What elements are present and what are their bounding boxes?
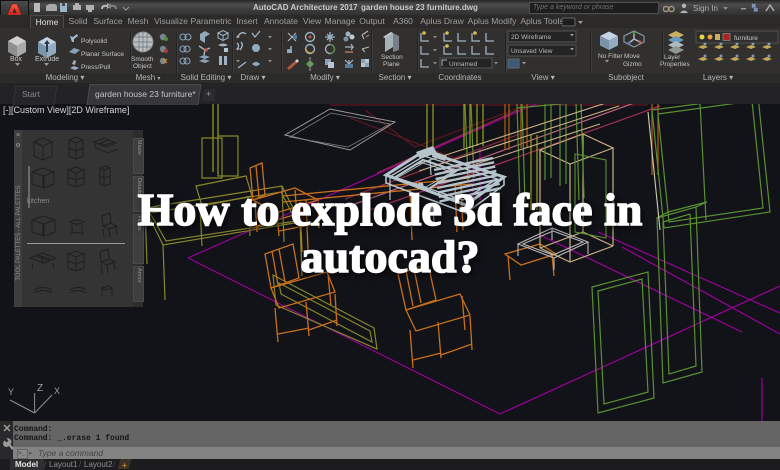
svg-text:X: X [54,386,60,396]
svg-text:Unnamed: Unnamed [449,61,478,68]
svg-text:Y: Y [8,387,14,397]
svg-text:No Filter: No Filter [598,53,623,60]
svg-text:Layer: Layer [664,54,681,61]
svg-text:2D Wireframe: 2D Wireframe [511,34,551,41]
svg-text:Object: Object [133,63,152,70]
svg-text:Box: Box [10,56,23,63]
svg-text:Polysolid: Polysolid [81,38,107,45]
svg-text:Properties: Properties [660,61,690,68]
svg-text:Unsaved View: Unsaved View [511,48,553,55]
svg-text:Move: Move [624,53,640,60]
svg-text:Gizmo: Gizmo [623,61,642,68]
svg-text:Extrude: Extrude [35,56,59,63]
svg-text:furniture: furniture [734,35,758,42]
svg-text:Section: Section [381,54,403,61]
svg-text:Press/Pull: Press/Pull [81,64,111,71]
svg-text:Smooth: Smooth [131,56,154,63]
svg-text:Sign In: Sign In [693,4,718,13]
svg-text:Z: Z [37,383,43,394]
svg-text:Plane: Plane [383,61,400,68]
svg-text:Planar Surface: Planar Surface [81,51,124,58]
